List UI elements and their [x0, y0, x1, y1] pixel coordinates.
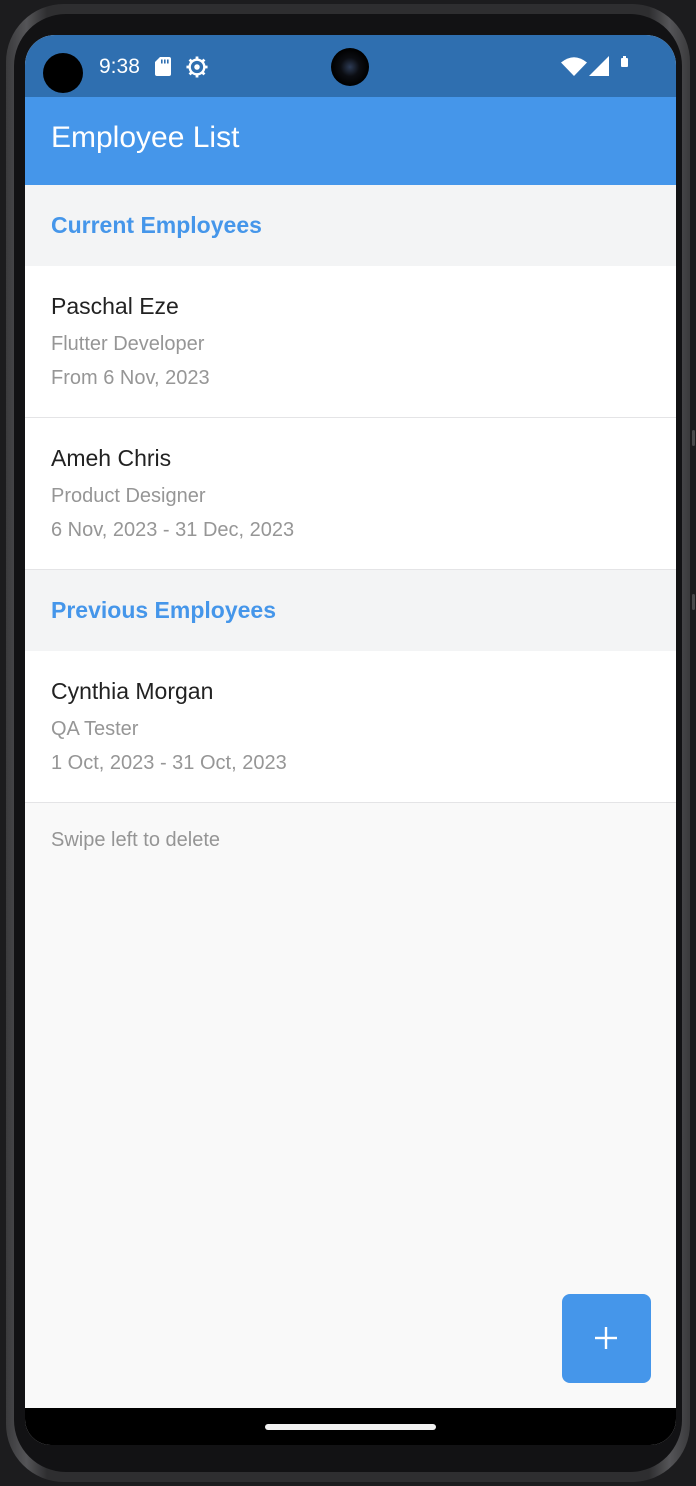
employee-name: Ameh Chris [51, 445, 172, 471]
section-header-previous: Previous Employees [25, 570, 676, 651]
battery-icon [621, 56, 628, 67]
side-button-volume [692, 430, 695, 446]
settings-gear-icon [186, 56, 208, 78]
section-title-current: Current Employees [51, 212, 262, 238]
page-title: Employee List [51, 121, 240, 154]
wifi-icon [561, 57, 587, 76]
employee-list-item[interactable]: Cynthia Morgan QA Tester 1 Oct, 2023 - 3… [25, 651, 676, 803]
employee-role: QA Tester [51, 718, 139, 740]
employee-list-item[interactable]: Paschal Eze Flutter Developer From 6 Nov… [25, 266, 676, 418]
status-time: 9:38 [99, 55, 140, 78]
cellular-signal-icon [589, 56, 609, 76]
employee-dates: 6 Nov, 2023 - 31 Dec, 2023 [51, 519, 295, 541]
app-bar: Employee List [25, 97, 676, 185]
status-bar: 9:38 [25, 35, 676, 97]
punch-hole-camera [43, 53, 83, 93]
add-employee-button[interactable] [562, 1294, 651, 1383]
system-navigation-bar [25, 1408, 676, 1445]
employee-role: Flutter Developer [51, 333, 205, 355]
sd-card-icon [155, 57, 171, 76]
plus-icon [595, 1327, 617, 1349]
section-header-current: Current Employees [25, 185, 676, 266]
employee-role: Product Designer [51, 485, 206, 507]
side-button-power [692, 594, 695, 610]
swipe-hint-text: Swipe left to delete [51, 829, 220, 851]
home-gesture-handle[interactable] [265, 1424, 436, 1430]
employee-dates: 1 Oct, 2023 - 31 Oct, 2023 [51, 752, 287, 774]
employee-name: Cynthia Morgan [51, 678, 214, 704]
app-screen: 9:38 Employee List Current Employees Pas… [25, 35, 676, 1445]
phone-device: 9:38 Employee List Current Employees Pas… [0, 0, 696, 1486]
section-title-previous: Previous Employees [51, 597, 276, 623]
employee-list-item[interactable]: Ameh Chris Product Designer 6 Nov, 2023 … [25, 418, 676, 570]
employee-name: Paschal Eze [51, 293, 179, 319]
employee-dates: From 6 Nov, 2023 [51, 367, 210, 389]
front-camera [331, 48, 369, 86]
